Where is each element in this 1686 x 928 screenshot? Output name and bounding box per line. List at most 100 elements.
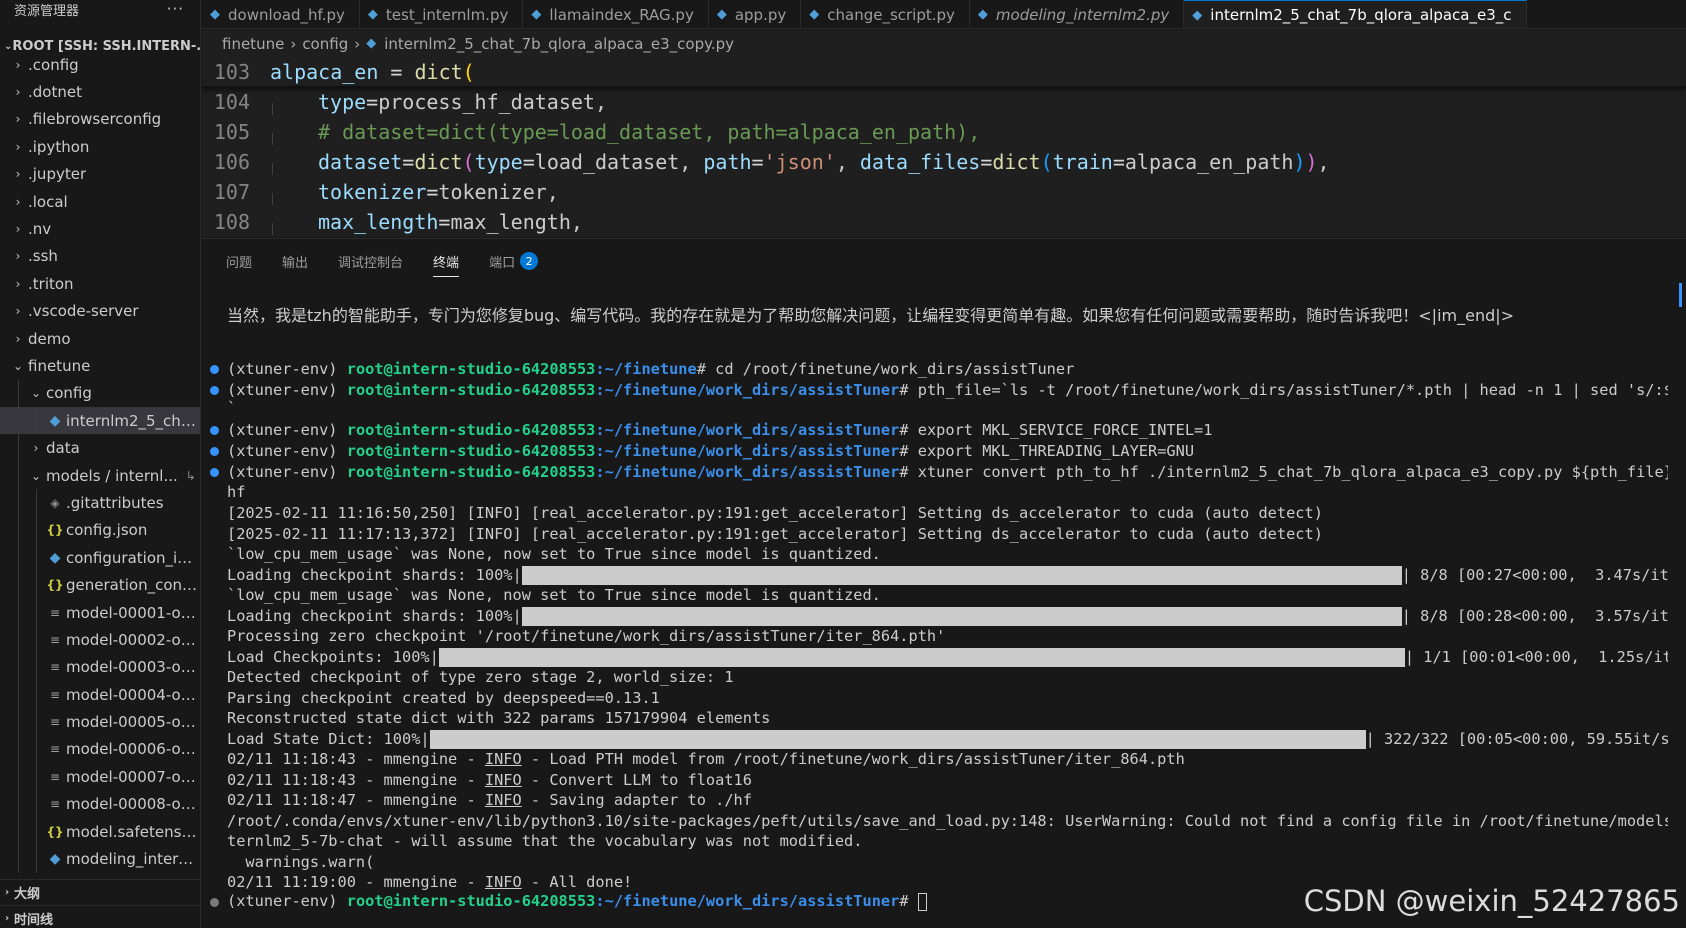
code-line: 106 dataset=dict(type=load_dataset, path=… bbox=[202, 147, 1686, 177]
tree-item-label: internlm2_5_chat_... bbox=[66, 411, 200, 430]
chevron-down-icon: ⌄ bbox=[30, 468, 42, 483]
tab-debug-console[interactable]: 调试控制台 bbox=[338, 249, 403, 273]
tree-item[interactable]: › data bbox=[0, 434, 200, 462]
python-file-icon: ◆ bbox=[809, 7, 820, 22]
wrapped-text: hf bbox=[227, 483, 246, 501]
tree-item-label: configuration_inter... bbox=[66, 548, 200, 567]
python-file-icon: ◆ bbox=[49, 412, 61, 429]
code-line: 105 # dataset=dict(type=load_dataset, pat… bbox=[202, 117, 1686, 147]
editor-tab[interactable]: ◆ app.py bbox=[709, 0, 802, 28]
tree-item[interactable]: › .config bbox=[0, 51, 200, 78]
prompt-symbol: # bbox=[899, 892, 918, 910]
tab-terminal[interactable]: 终端 bbox=[433, 249, 460, 277]
progress-tail: | 8/8 [00:28<00:00, 3.57s/it] bbox=[1401, 607, 1668, 625]
tree-item[interactable]: ≡ model-00004-of-0... bbox=[0, 680, 200, 709]
progress-label: Load Checkpoints: 100%| bbox=[227, 648, 439, 666]
indent-guide bbox=[36, 598, 37, 627]
tree-item[interactable]: ≡ model-00003-of-0... bbox=[0, 653, 200, 681]
env-label: (xtuner-env) bbox=[227, 463, 347, 481]
more-actions-icon[interactable]: ··· bbox=[167, 0, 184, 18]
indent-guide bbox=[18, 407, 19, 435]
tree-item[interactable]: ≡ model-00005-of-0... bbox=[0, 708, 200, 736]
tree-item[interactable]: › .nv bbox=[0, 215, 200, 242]
tab-ports-label: 端口 bbox=[489, 255, 516, 271]
editor-tab[interactable]: ◆ internlm2_5_chat_7b_qlora_alpaca_e3_c bbox=[1184, 0, 1527, 28]
tree-item-label: model-00005-of-0... bbox=[66, 713, 200, 732]
editor-tab[interactable]: ◆ change_script.py bbox=[801, 0, 970, 28]
tree-item[interactable]: › .vscode-server bbox=[0, 298, 200, 325]
tree-item[interactable]: ≡ model-00006-of-0... bbox=[0, 735, 200, 764]
editor-tab[interactable]: ◆ test_internlm.py bbox=[360, 0, 524, 28]
code-token: , bbox=[835, 150, 860, 174]
tree-item[interactable]: › .jupyter bbox=[0, 161, 200, 188]
tree-item[interactable]: › .local bbox=[0, 188, 200, 215]
chevron-right-icon: › bbox=[15, 276, 21, 291]
tree-item[interactable]: ⌄ models / internl... ↳ bbox=[0, 461, 200, 490]
breadcrumb-item-config[interactable]: config bbox=[302, 35, 348, 53]
code-token: ( bbox=[462, 150, 475, 174]
tab-ports[interactable]: 端口 2 bbox=[489, 249, 539, 273]
chevron-right-icon: › bbox=[15, 85, 21, 100]
editor-tab[interactable]: ◆ llamaindex_RAG.py bbox=[523, 0, 709, 28]
tree-item[interactable]: {}model.safetensors.... bbox=[0, 817, 200, 846]
log-text: Detected checkpoint of type zero stage 2… bbox=[227, 668, 734, 686]
indent-guide bbox=[18, 516, 19, 545]
breadcrumb-item-file[interactable]: internlm2_5_chat_7b_qlora_alpaca_e3_copy… bbox=[384, 35, 734, 53]
code-line: 103 alpaca_en = dict( bbox=[202, 57, 1686, 87]
indent-guide bbox=[36, 407, 37, 435]
terminal-line: ` bbox=[227, 397, 1668, 419]
python-file-icon: ◆ bbox=[531, 7, 542, 22]
tree-item[interactable]: ◆ internlm2_5_chat_... bbox=[0, 407, 200, 435]
outline-section[interactable]: › 大纲 bbox=[0, 879, 200, 905]
editor-tab[interactable]: ◆ download_hf.py bbox=[202, 0, 360, 28]
code-token: alpaca_en bbox=[270, 59, 379, 84]
tree-item[interactable]: › .filebrowserconfig bbox=[0, 106, 200, 133]
tree-item[interactable]: › .dotnet bbox=[0, 78, 200, 105]
tree-item-label: model-00006-of-0... bbox=[66, 740, 200, 759]
editor-tab[interactable]: ◆ modeling_internlm2.py bbox=[970, 0, 1185, 28]
terminal-line: ternlm2_5-7b-chat - will assume that the… bbox=[227, 830, 1668, 852]
tree-item[interactable]: ≡ model-00001-of-0... bbox=[0, 598, 200, 627]
tab-output[interactable]: 输出 bbox=[282, 249, 308, 273]
tree-item[interactable]: › .ipython bbox=[0, 133, 200, 160]
breadcrumb-item-finetune[interactable]: finetune bbox=[222, 35, 284, 53]
tree-item[interactable]: ◆ modeling_internlm... bbox=[0, 845, 200, 873]
tree-item[interactable]: ≡ model-00007-of-0... bbox=[0, 763, 200, 791]
tree-item[interactable]: ◆ configuration_inter... bbox=[0, 544, 200, 572]
tree-item[interactable]: › demo bbox=[0, 325, 200, 352]
command-status-dot bbox=[210, 426, 219, 435]
terminal[interactable]: 当然，我是tzh的智能助手，专门为您修复bug、编写代码。我的存在就是为了帮助您… bbox=[202, 283, 1686, 928]
tree-item[interactable]: › .ssh bbox=[0, 243, 200, 270]
tree-item[interactable]: ≡ model-00002-of-0... bbox=[0, 626, 200, 654]
tree-item[interactable]: {} config.json bbox=[0, 516, 200, 545]
code-token: = bbox=[751, 150, 764, 174]
editor-tabs: ◆ download_hf.py ◆ test_internlm.py ◆ llamain… bbox=[202, 0, 1686, 29]
timeline-section[interactable]: › 时间线 bbox=[0, 905, 200, 928]
log-text: warnings.warn( bbox=[227, 853, 375, 871]
tree-item[interactable]: ⌄ config bbox=[0, 379, 200, 408]
tab-problems[interactable]: 问题 bbox=[226, 249, 252, 273]
command-status-dot bbox=[210, 468, 219, 477]
tree-item[interactable]: ⌄ finetune bbox=[0, 352, 200, 379]
bottom-panel: 问题 输出 调试控制台 终端 端口 2 当然，我是tzh的智能助手，专门为您修复b… bbox=[202, 238, 1686, 928]
prompt-user: root@intern-studio-64208553 bbox=[346, 442, 596, 460]
info-level: INFO bbox=[484, 771, 522, 789]
code-token: # dataset=dict(type=load_dataset, path=a… bbox=[318, 120, 981, 144]
python-file-icon: ◆ bbox=[366, 36, 377, 51]
terminal-line: `low_cpu_mem_usage` was None, now set to… bbox=[227, 543, 1668, 565]
tree-item[interactable]: › .triton bbox=[0, 270, 200, 297]
tree-item[interactable]: ◈ .gitattributes bbox=[0, 489, 200, 517]
info-level: INFO bbox=[484, 873, 522, 891]
tree-item[interactable]: {}generation_config.... bbox=[0, 571, 200, 599]
terminal-scrollbar[interactable] bbox=[1679, 283, 1682, 307]
tree-item[interactable]: ≡ model-00008-of-0... bbox=[0, 790, 200, 818]
tree-item-label: model-00002-of-0... bbox=[66, 630, 200, 649]
log-text: - Load PTH model from /root/finetune/wor… bbox=[521, 750, 1185, 768]
editor-tab-label: test_internlm.py bbox=[385, 5, 509, 24]
command-status-dot bbox=[210, 365, 219, 374]
ports-count-badge: 2 bbox=[520, 252, 539, 270]
prompt-user: root@intern-studio-64208553 bbox=[346, 421, 596, 439]
code-editor[interactable]: 103 alpaca_en = dict(104 type=process_hf_d… bbox=[202, 57, 1686, 237]
log-prefix: 02/11 11:18:43 - mmengine - bbox=[227, 750, 485, 768]
progress-tail: | 8/8 [00:27<00:00, 3.47s/it] bbox=[1401, 566, 1668, 584]
